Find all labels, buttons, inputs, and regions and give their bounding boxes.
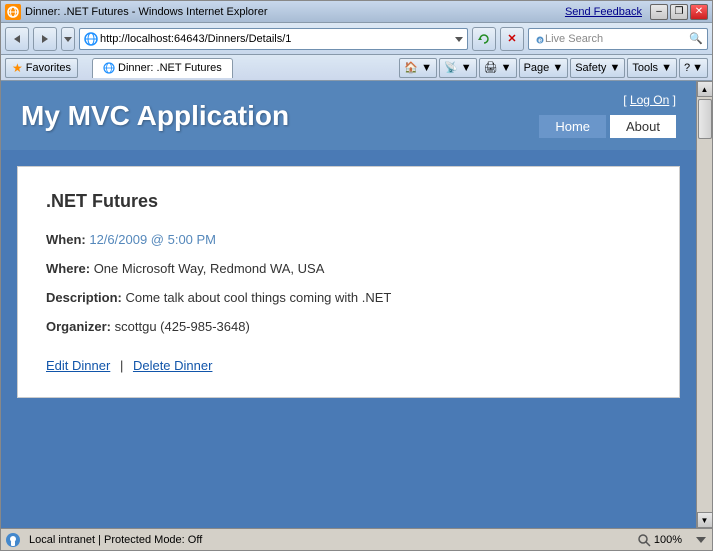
app-header: My MVC Application [ Log On ] Home About — [1, 81, 696, 150]
log-on-link[interactable]: Log On — [630, 93, 669, 107]
description-field: Description: Come talk about cool things… — [46, 290, 651, 305]
zoom-level[interactable]: 100% — [637, 533, 682, 547]
dinner-card: .NET Futures When: 12/6/2009 @ 5:00 PM W… — [17, 166, 680, 398]
scroll-down-button[interactable]: ▼ — [697, 512, 713, 528]
organizer-label: Organizer: — [46, 319, 111, 334]
description-label: Description: — [46, 290, 122, 305]
favorites-button[interactable]: ★ Favorites — [5, 58, 78, 78]
content-area: My MVC Application [ Log On ] Home About… — [1, 81, 712, 528]
tab-label: Dinner: .NET Futures — [118, 62, 222, 74]
edit-dinner-link[interactable]: Edit Dinner — [46, 358, 110, 373]
zoom-dropdown-icon[interactable] — [694, 533, 708, 547]
tools-button[interactable]: Tools ▼ — [627, 58, 677, 78]
close-button[interactable]: ✕ — [690, 4, 708, 20]
app-title: My MVC Application — [21, 100, 289, 132]
scroll-up-button[interactable]: ▲ — [697, 81, 713, 97]
navigation-bar: http://localhost:64643/Dinners/Details/1… — [1, 23, 712, 55]
address-text[interactable]: http://localhost:64643/Dinners/Details/1 — [100, 33, 453, 45]
organizer-value: scottgu (425-985-3648) — [115, 319, 250, 334]
when-value: 12/6/2009 @ 5:00 PM — [89, 232, 216, 247]
star-icon: ★ — [12, 61, 23, 75]
send-feedback-link[interactable]: Send Feedback — [565, 6, 642, 18]
about-nav-button[interactable]: About — [610, 115, 676, 138]
search-bar[interactable]: e Live Search 🔍 — [528, 28, 708, 50]
favorites-label: Favorites — [26, 62, 71, 74]
address-dropdown-icon[interactable] — [455, 35, 463, 43]
window-title: Dinner: .NET Futures - Windows Internet … — [25, 6, 268, 18]
scroll-thumb[interactable] — [698, 99, 712, 139]
status-bar: Local intranet | Protected Mode: Off 100… — [1, 528, 712, 550]
dinner-name: .NET Futures — [46, 191, 651, 212]
active-tab[interactable]: Dinner: .NET Futures — [92, 58, 233, 78]
svg-text:e: e — [538, 37, 542, 44]
link-separator: | — [120, 358, 123, 373]
favorites-bar: ★ Favorites Dinner: .NET Futures 🏠 ▼ 📡 ▼… — [1, 55, 712, 81]
where-value: One Microsoft Way, Redmond WA, USA — [94, 261, 325, 276]
nav-buttons: Home About — [539, 115, 676, 138]
where-field: Where: One Microsoft Way, Redmond WA, US… — [46, 261, 651, 276]
home-nav-button[interactable]: Home — [539, 115, 606, 138]
dropdown-button[interactable] — [61, 27, 75, 51]
print-button[interactable]: 🖨 ▼ — [479, 58, 517, 78]
refresh-button[interactable] — [472, 27, 496, 51]
description-value: Come talk about cool things coming with … — [125, 290, 391, 305]
browser-icon — [5, 4, 21, 20]
delete-dinner-link[interactable]: Delete Dinner — [133, 358, 213, 373]
when-label: When: — [46, 232, 86, 247]
safety-button[interactable]: Safety ▼ — [570, 58, 625, 78]
page-content: My MVC Application [ Log On ] Home About… — [1, 81, 696, 528]
status-text: Local intranet | Protected Mode: Off — [29, 534, 629, 546]
zoom-icon — [637, 533, 651, 547]
back-button[interactable] — [5, 27, 29, 51]
forward-button[interactable] — [33, 27, 57, 51]
home-button[interactable]: 🏠 ▼ — [399, 58, 437, 78]
scrollbar[interactable]: ▲ ▼ — [696, 81, 712, 528]
live-search-icon: e — [533, 33, 545, 45]
when-field: When: 12/6/2009 @ 5:00 PM — [46, 232, 651, 247]
tab-favicon — [103, 62, 115, 74]
title-bar: Dinner: .NET Futures - Windows Internet … — [1, 1, 712, 23]
stop-button[interactable]: ✕ — [500, 27, 524, 51]
ie-logo-icon — [84, 32, 98, 46]
help-button[interactable]: ? ▼ — [679, 58, 708, 78]
minimize-button[interactable]: – — [650, 4, 668, 20]
search-placeholder: Live Search — [545, 33, 689, 45]
dinner-links: Edit Dinner | Delete Dinner — [46, 358, 651, 373]
organizer-field: Organizer: scottgu (425-985-3648) — [46, 319, 651, 334]
header-right: [ Log On ] Home About — [539, 93, 676, 138]
where-label: Where: — [46, 261, 90, 276]
address-bar[interactable]: http://localhost:64643/Dinners/Details/1 — [79, 28, 468, 50]
restore-button[interactable]: ❐ — [670, 4, 688, 20]
protected-mode-icon — [5, 532, 21, 548]
tab-bar: Dinner: .NET Futures — [84, 58, 393, 78]
page-button[interactable]: Page ▼ — [519, 58, 569, 78]
toolbar-right: 🏠 ▼ 📡 ▼ 🖨 ▼ Page ▼ Safety ▼ Tools ▼ ? ▼ — [399, 58, 708, 78]
search-submit-icon[interactable]: 🔍 — [689, 32, 703, 45]
feeds-button[interactable]: 📡 ▼ — [439, 58, 477, 78]
log-on-area: [ Log On ] — [623, 93, 676, 107]
